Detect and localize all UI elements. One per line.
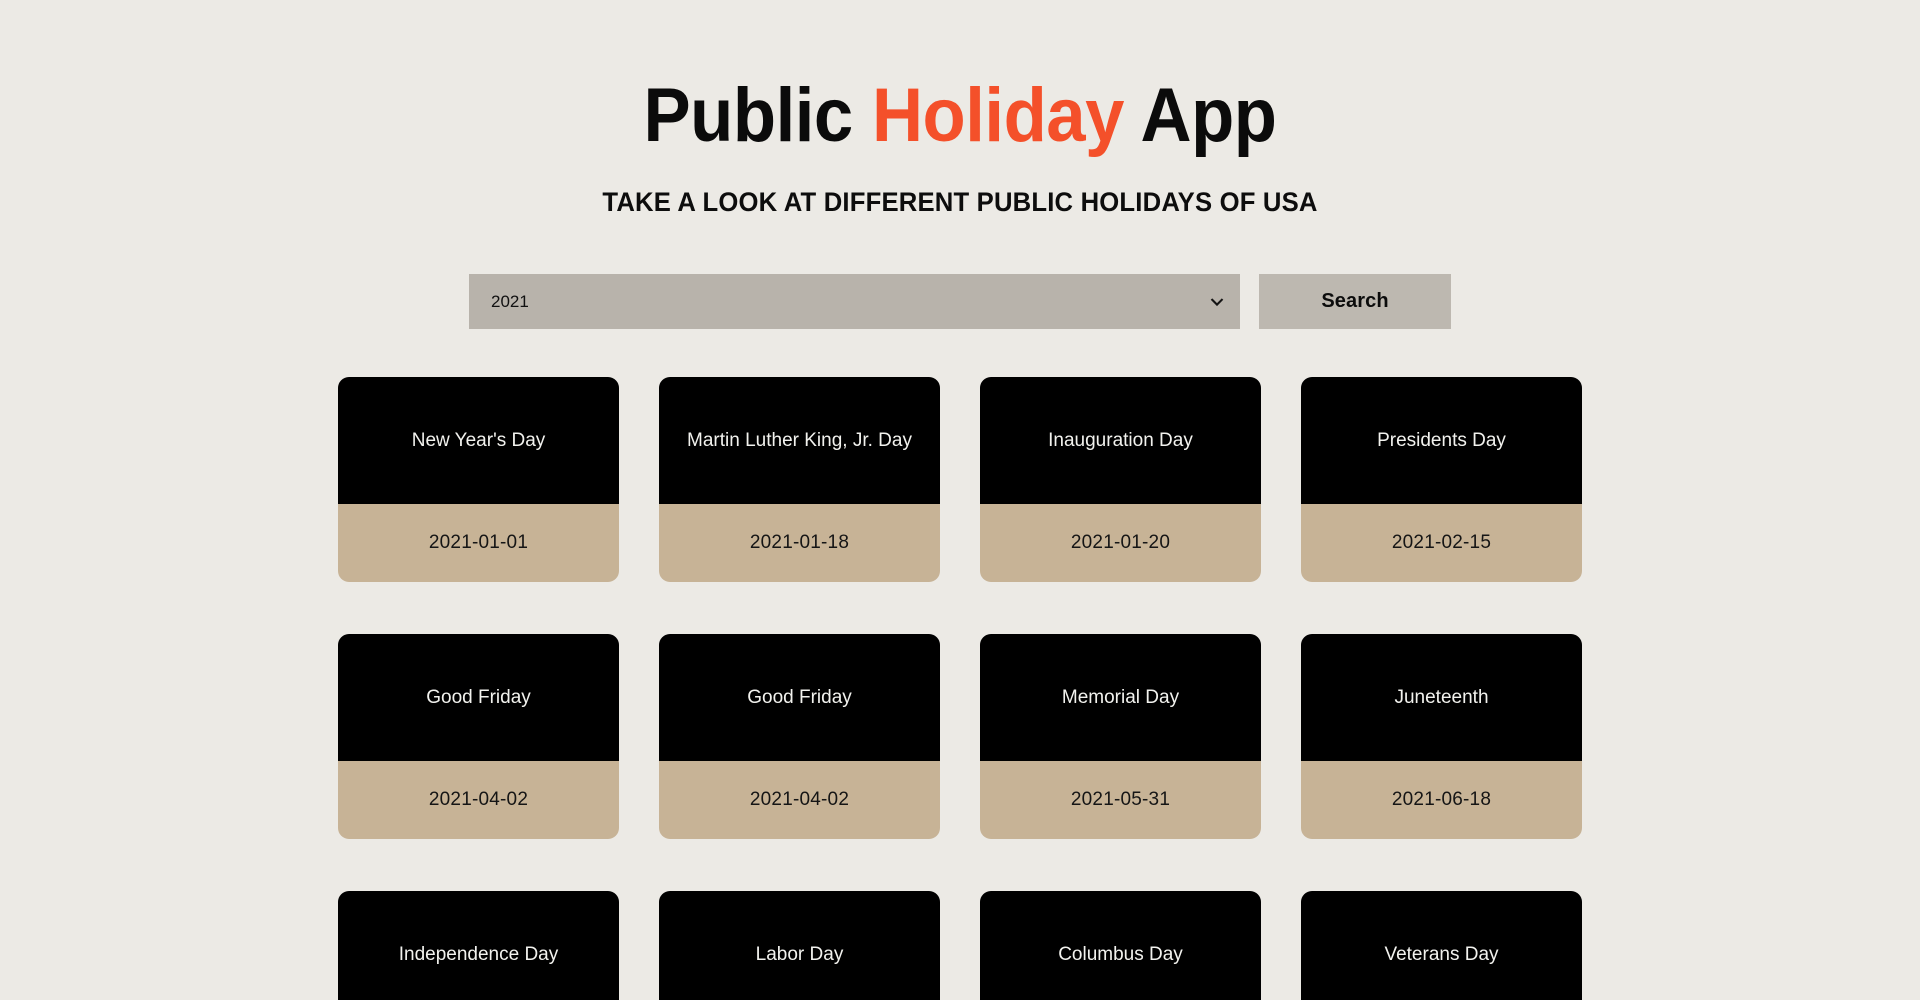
holiday-card[interactable]: Good Friday 2021-04-02 [659,634,940,839]
holiday-date: 2021-05-31 [1070,789,1171,810]
holiday-card-header: Memorial Day [980,634,1261,761]
holiday-card-footer: 2021-01-01 [338,504,619,582]
holiday-date: 2021-01-18 [749,532,850,553]
holiday-date: 2021-02-15 [1391,532,1492,553]
holiday-card-footer: 2021-04-02 [659,761,940,839]
holiday-name: Martin Luther King, Jr. Day [687,429,912,451]
holiday-card-header: Good Friday [338,634,619,761]
holiday-card[interactable]: New Year's Day 2021-01-01 [338,377,619,582]
holiday-card-header: Columbus Day [980,891,1261,1000]
holiday-date: 2021-06-18 [1391,789,1492,810]
page-title-part2: App [1123,73,1277,158]
holiday-date: 2021-04-02 [749,789,850,810]
holiday-card[interactable]: Inauguration Day 2021-01-20 [980,377,1261,582]
holiday-card[interactable]: Presidents Day 2021-02-15 [1301,377,1582,582]
holiday-date: 2021-01-01 [428,532,529,553]
holiday-card-footer: 2021-06-18 [1301,761,1582,839]
holiday-card-footer: 2021-05-31 [980,761,1261,839]
search-button[interactable]: Search [1259,274,1451,329]
holiday-card-footer: 2021-01-20 [980,504,1261,582]
year-select[interactable]: 2021 [469,274,1240,329]
holiday-card-footer: 2021-01-18 [659,504,940,582]
holiday-card[interactable]: Memorial Day 2021-05-31 [980,634,1261,839]
holiday-name: Labor Day [755,943,844,965]
holiday-name: Inauguration Day [1048,429,1193,451]
holiday-name: Independence Day [398,943,559,965]
page-title: Public Holiday App [67,78,1853,154]
holiday-name: Columbus Day [1058,943,1183,965]
holiday-card-header: Juneteenth [1301,634,1582,761]
holiday-name: Memorial Day [1061,686,1180,708]
holiday-card[interactable]: Independence Day [338,891,619,1000]
holiday-card[interactable]: Good Friday 2021-04-02 [338,634,619,839]
holiday-card-header: Martin Luther King, Jr. Day [659,377,940,504]
year-select-wrapper: 2021 [469,274,1240,329]
holiday-card-header: Good Friday [659,634,940,761]
holiday-name: Juneteenth [1394,686,1489,708]
page-title-accent: Holiday [871,73,1124,158]
page-subtitle: TAKE A LOOK AT DIFFERENT PUBLIC HOLIDAYS… [602,187,1318,217]
holiday-card[interactable]: Veterans Day [1301,891,1582,1000]
holiday-card-grid: New Year's Day 2021-01-01 Martin Luther Ki… [338,329,1582,1000]
holiday-card[interactable]: Juneteenth 2021-06-18 [1301,634,1582,839]
holiday-card-header: Independence Day [338,891,619,1000]
holiday-card[interactable]: Martin Luther King, Jr. Day 2021-01-18 [659,377,940,582]
holiday-name: Good Friday [426,686,531,708]
holiday-name: Good Friday [747,686,852,708]
holiday-card-footer: 2021-04-02 [338,761,619,839]
app-page: Public Holiday App TAKE A LOOK AT DIFFER… [0,0,1920,1000]
holiday-card-header: Veterans Day [1301,891,1582,1000]
holiday-card-header: Presidents Day [1301,377,1582,504]
search-bar: 2021 Search [469,218,1451,329]
holiday-name: Presidents Day [1377,429,1506,451]
page-header: Public Holiday App TAKE A LOOK AT DIFFER… [0,0,1920,218]
holiday-date: 2021-04-02 [428,789,529,810]
holiday-name: Veterans Day [1384,943,1499,965]
holiday-card-header: Inauguration Day [980,377,1261,504]
page-title-part1: Public [643,73,872,158]
holiday-date: 2021-01-20 [1070,532,1171,553]
holiday-card[interactable]: Columbus Day [980,891,1261,1000]
holiday-card-header: Labor Day [659,891,940,1000]
holiday-card-footer: 2021-02-15 [1301,504,1582,582]
holiday-card-header: New Year's Day [338,377,619,504]
holiday-card[interactable]: Labor Day [659,891,940,1000]
holiday-name: New Year's Day [411,429,546,451]
